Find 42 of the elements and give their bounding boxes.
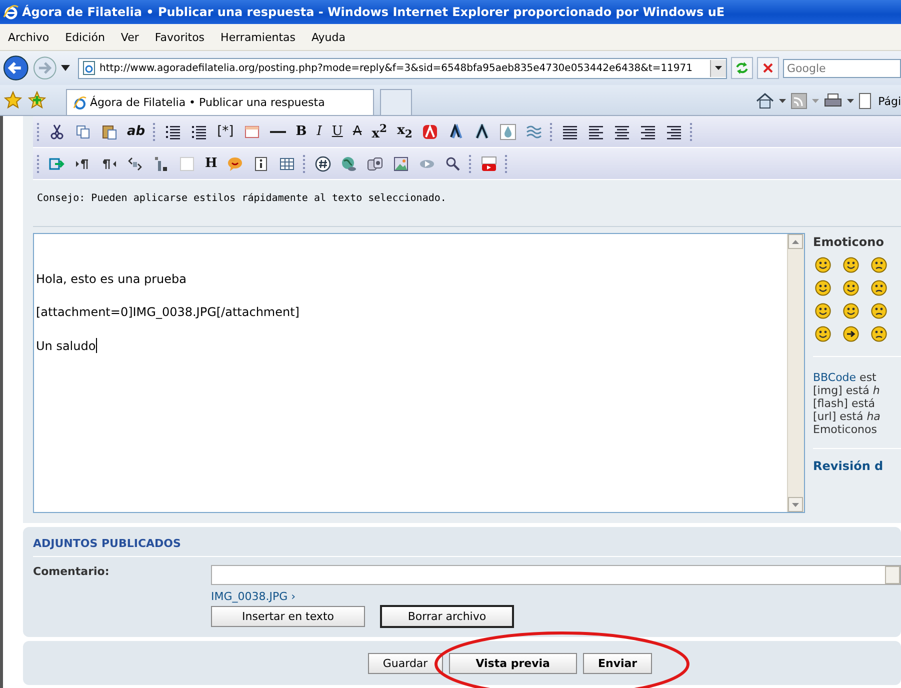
form-button[interactable]: Guardar xyxy=(368,652,443,674)
url-text: http://www.agoradefilatelia.org/posting.php?mode=reply&f=3&sid=6548bfa95aeb835e4730e053442e6438&t=11971 xyxy=(100,62,694,74)
menu-item[interactable]: Herramientas xyxy=(212,30,304,44)
window-title: Ágora de Filatelia • Publicar una respuesta - Windows Internet Explorer proporcionado por Windows uE xyxy=(22,5,725,19)
attachment-button[interactable]: Insertar en texto xyxy=(211,606,365,627)
status-line: [flash] está xyxy=(813,397,876,410)
file-link[interactable]: IMG_0038.JPG › xyxy=(211,585,901,606)
format-button[interactable]: x$_{2}$ xyxy=(395,120,414,142)
status-line: [url] está ha xyxy=(813,410,882,423)
search-field[interactable]: Google xyxy=(783,58,901,78)
attachments-heading: ADJUNTOS PUBLICADOS xyxy=(33,537,901,557)
menu-item[interactable]: Archivo xyxy=(0,30,58,44)
form-button[interactable]: Enviar xyxy=(582,652,652,674)
menu-item[interactable]: Favoritos xyxy=(146,30,213,44)
message-textarea[interactable]: Hola, esto es una prueba [attachment=0]IMG_0038.JPG[/attachment] Un saludo xyxy=(33,233,805,513)
format-button[interactable]: [*] xyxy=(215,120,236,142)
format-button[interactable]: I xyxy=(314,120,324,142)
bbcode-link[interactable]: BBCode xyxy=(813,371,856,384)
menu-item[interactable]: Ver xyxy=(112,30,147,44)
format-button[interactable]: H xyxy=(203,152,220,174)
menu-item[interactable]: Ayuda xyxy=(303,30,354,44)
address-field[interactable]: http://www.agoradefilatelia.org/posting.php?mode=reply&f=3&sid=6548bfa95aeb835e4730e053442e6438&t=11971 xyxy=(78,58,728,78)
form-button[interactable]: Vista previa xyxy=(448,652,577,674)
hint-text: Consejo: Pueden aplicarse estilos rápidamente al texto seleccionado. xyxy=(37,193,446,204)
format-button[interactable]: x$^{2}$ xyxy=(370,120,390,142)
message-line: [attachment=0]IMG_0038.JPG[/attachment] xyxy=(36,305,300,319)
status-line: [img] está h xyxy=(813,384,881,397)
review-heading: Revisión d xyxy=(813,458,884,473)
format-button[interactable]: U xyxy=(330,120,345,142)
menu-item[interactable]: Edición xyxy=(57,30,113,44)
format-button[interactable]: ab xyxy=(125,120,148,142)
status-line: Emoticonos xyxy=(813,423,878,436)
message-line: Un saludo xyxy=(36,338,98,353)
attachment-button[interactable]: Borrar archivo xyxy=(381,606,513,627)
format-button[interactable]: B xyxy=(294,120,309,142)
comment-label: Comentario: xyxy=(33,565,110,580)
page-menu-label[interactable]: Pági xyxy=(878,94,901,108)
format-button[interactable]: A xyxy=(350,120,364,142)
status-line: BBCode est xyxy=(813,371,878,384)
message-line: Hola, esto es una prueba xyxy=(36,272,188,286)
emoticons-heading: Emoticono xyxy=(813,235,885,249)
browser-tab[interactable]: Ágora de Filatelia • Publicar una respuesta xyxy=(66,89,374,115)
